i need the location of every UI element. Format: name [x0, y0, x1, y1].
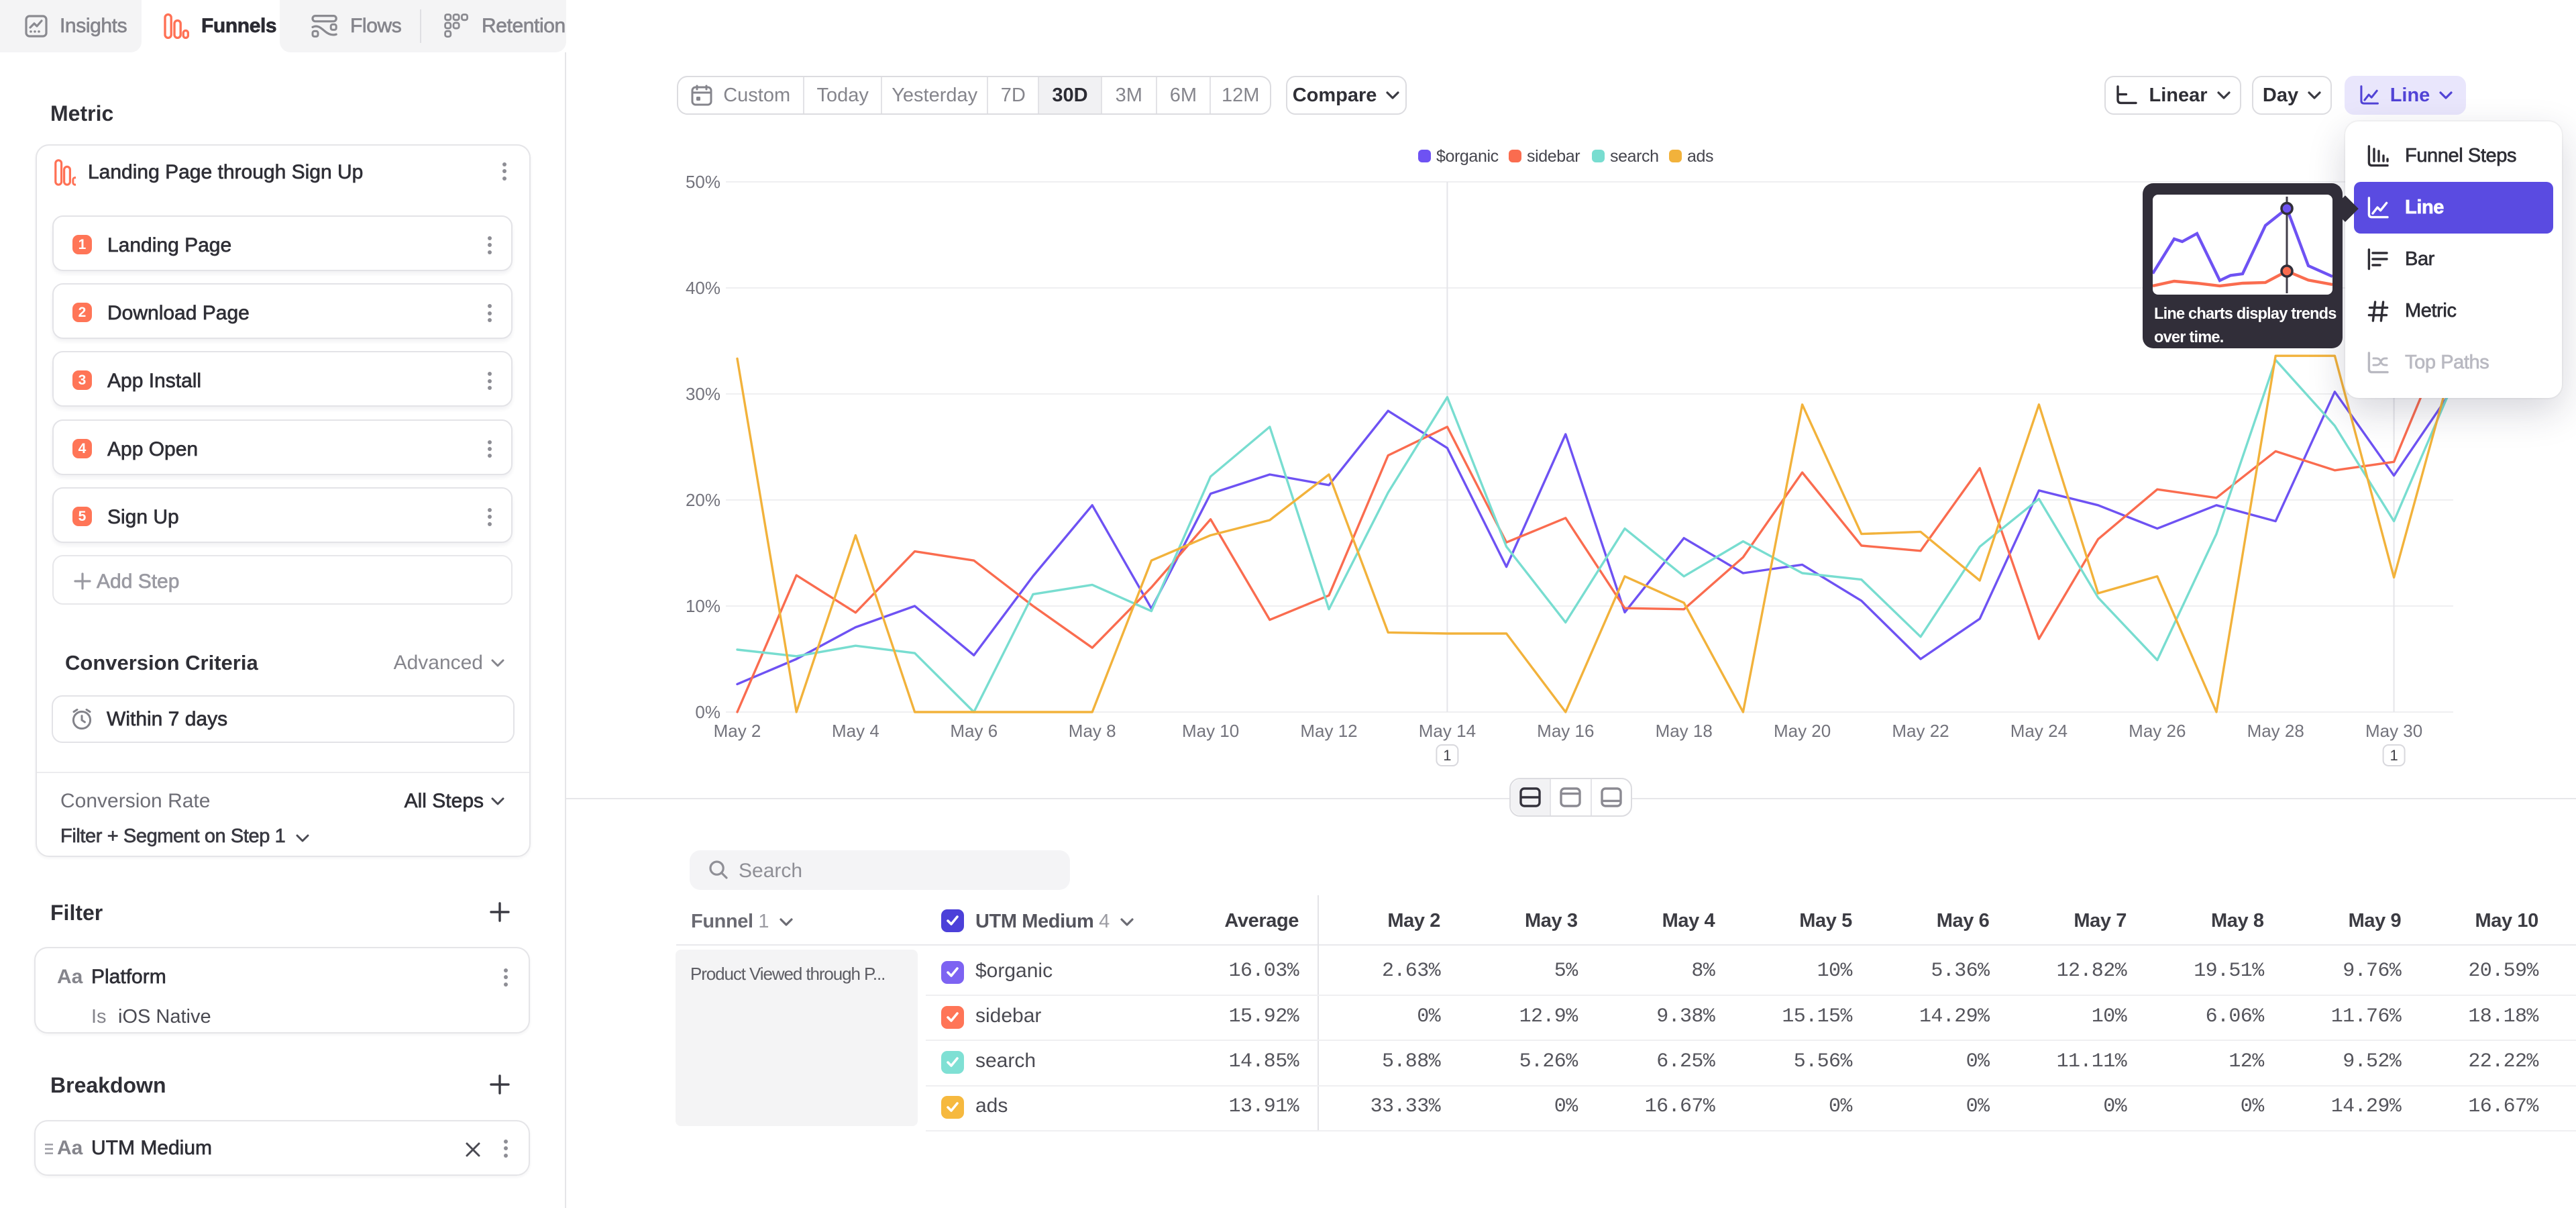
svg-text:May 16: May 16: [1537, 721, 1594, 741]
svg-text:20%: 20%: [686, 490, 720, 510]
svg-text:May 22: May 22: [1892, 721, 1949, 741]
svg-text:May 4: May 4: [832, 721, 879, 741]
svg-text:May 8: May 8: [1069, 721, 1116, 741]
svg-text:May 10: May 10: [1182, 721, 1239, 741]
svg-text:May 18: May 18: [1656, 721, 1713, 741]
svg-text:May 30: May 30: [2365, 721, 2422, 741]
svg-text:May 24: May 24: [2010, 721, 2068, 741]
svg-text:30%: 30%: [686, 384, 720, 404]
svg-text:1: 1: [1443, 747, 1451, 764]
svg-text:10%: 10%: [686, 596, 720, 616]
svg-text:May 2: May 2: [714, 721, 761, 741]
svg-text:0%: 0%: [695, 702, 720, 722]
svg-text:May 12: May 12: [1300, 721, 1357, 741]
svg-text:40%: 40%: [686, 278, 720, 298]
svg-text:1: 1: [2390, 747, 2398, 764]
svg-text:May 14: May 14: [1419, 721, 1476, 741]
svg-text:May 20: May 20: [1774, 721, 1831, 741]
svg-text:May 26: May 26: [2129, 721, 2186, 741]
svg-text:May 28: May 28: [2247, 721, 2304, 741]
svg-text:May 6: May 6: [950, 721, 998, 741]
svg-text:50%: 50%: [686, 172, 720, 192]
